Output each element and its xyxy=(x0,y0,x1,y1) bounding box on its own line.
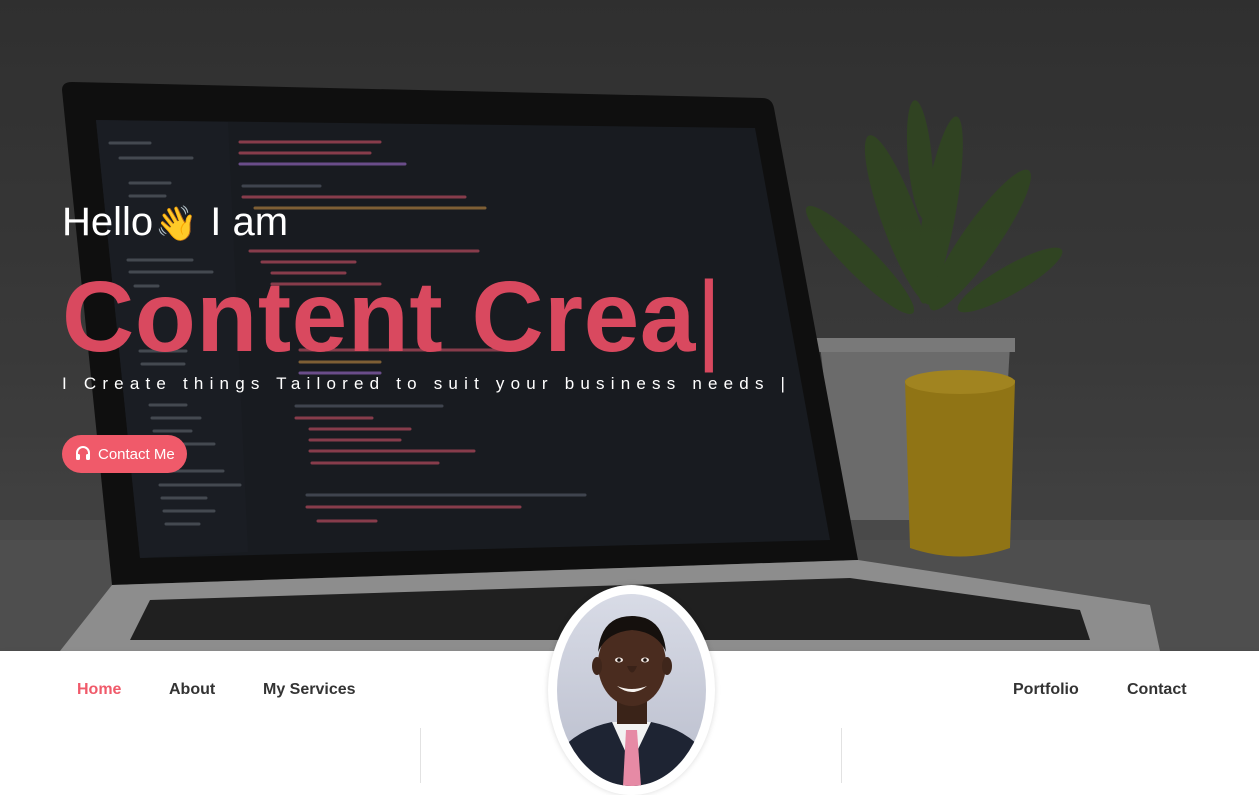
headset-icon xyxy=(74,445,92,463)
hero-tagline: I Create things Tailored to suit your bu… xyxy=(62,374,792,393)
column-divider xyxy=(420,728,421,783)
nav-portfolio[interactable]: Portfolio xyxy=(1013,651,1079,728)
hero-typed-headline: Content Crea| xyxy=(62,262,722,372)
typing-cursor: | xyxy=(695,261,723,373)
waving-hand-icon: 👋 xyxy=(154,205,198,243)
typed-text: Content Crea xyxy=(62,261,696,373)
hero-section: Hello👋 I am Content Crea| I Create thing… xyxy=(0,0,1259,651)
column-divider xyxy=(841,728,842,783)
nav-contact[interactable]: Contact xyxy=(1127,651,1187,728)
profile-photo xyxy=(557,594,706,786)
nav-about[interactable]: About xyxy=(169,651,215,728)
contact-me-label: Contact Me xyxy=(98,445,175,463)
hero-greeting: Hello👋 I am xyxy=(62,198,288,248)
greeting-prefix: Hello xyxy=(62,200,154,244)
contact-me-button[interactable]: Contact Me xyxy=(62,435,187,473)
greeting-suffix: I am xyxy=(210,200,289,244)
nav-home[interactable]: Home xyxy=(77,651,121,728)
nav-my-services[interactable]: My Services xyxy=(263,651,356,728)
profile-avatar[interactable] xyxy=(548,585,715,795)
